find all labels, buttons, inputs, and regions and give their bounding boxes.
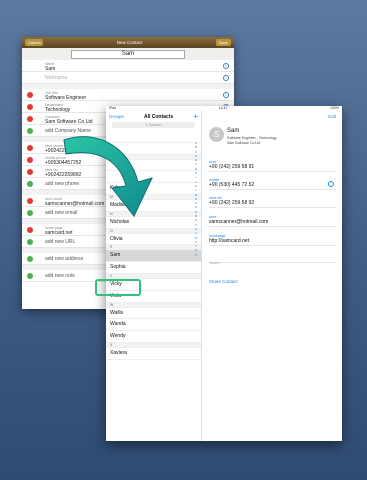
notes-placeholder[interactable]: Notes: [209, 260, 219, 265]
list-item[interactable]: Wanda: [106, 319, 201, 332]
new-contact-title: New Contact: [116, 40, 143, 45]
info-icon[interactable]: i: [223, 75, 229, 81]
share-contact-button[interactable]: Share Contact: [209, 279, 238, 284]
add-field-icon[interactable]: [27, 256, 33, 262]
section-index-letter[interactable]: #: [192, 253, 200, 257]
add-field-icon[interactable]: [27, 128, 33, 134]
detail-field-value[interactable]: samscanner@hotmail.com: [209, 219, 336, 225]
name-banner-text: Sam: [71, 49, 185, 59]
add-contact-button[interactable]: +: [193, 112, 198, 121]
list-item[interactable]: Sam: [106, 250, 201, 263]
list-item[interactable]: Sophia: [106, 262, 201, 274]
form-placeholder[interactable]: Nickname: [45, 72, 234, 83]
form-row[interactable]: Name Sam i: [22, 60, 234, 72]
detail-field[interactable]: mobile +90 (530) 445 72 52: [209, 178, 336, 190]
list-item[interactable]: Olivia: [106, 234, 201, 246]
save-button[interactable]: Save: [215, 39, 231, 46]
remove-field-icon[interactable]: [27, 116, 33, 122]
detail-field[interactable]: homepage http://samcard.net: [209, 234, 336, 246]
contact-company: Sam Software Co.Ltd: [227, 140, 261, 145]
section-index[interactable]: A B C D E F G H I J K L M N O P Q R S T U V W X Y Z #: [192, 141, 200, 257]
detail-field-value[interactable]: +90 (242) 259 58 92: [209, 200, 336, 206]
detail-field[interactable]: work samscanner@hotmail.com: [209, 215, 336, 227]
cancel-button[interactable]: Cancel: [25, 39, 44, 46]
info-icon[interactable]: i: [223, 63, 229, 69]
curved-arrow-icon: [63, 136, 153, 217]
add-field-icon[interactable]: [27, 239, 33, 245]
remove-field-icon[interactable]: [27, 92, 33, 98]
remove-field-icon[interactable]: [27, 104, 33, 110]
edit-button[interactable]: Edit: [328, 114, 336, 119]
remove-field-icon[interactable]: [27, 145, 33, 151]
name-banner: Sam: [22, 48, 234, 60]
message-icon[interactable]: [328, 181, 334, 187]
contact-detail-pane: Edit S Sam Software Engineer - Technolog…: [203, 111, 342, 441]
add-field-icon[interactable]: [27, 181, 33, 187]
contact-name: Sam: [227, 128, 240, 134]
list-item[interactable]: Wallis: [106, 308, 201, 320]
form-row[interactable]: Nickname i: [22, 72, 234, 84]
remove-field-icon[interactable]: [27, 198, 33, 204]
avatar: S: [209, 127, 224, 142]
detail-field[interactable]: work fax +90 (242) 259 58 92: [209, 196, 336, 208]
list-title: All Contacts: [143, 113, 174, 120]
remove-field-icon[interactable]: [27, 157, 33, 163]
detail-field-value[interactable]: +90 (242) 259 58 91: [209, 164, 336, 170]
detail-field[interactable]: Notes: [209, 251, 336, 265]
detail-field-value[interactable]: http://samcard.net: [209, 238, 336, 244]
add-field-icon[interactable]: [27, 273, 33, 279]
groups-button[interactable]: Groups: [109, 114, 124, 119]
info-icon[interactable]: i: [223, 92, 229, 98]
list-item[interactable]: Wendy: [106, 331, 201, 343]
selected-contact-highlight: [95, 279, 141, 296]
detail-field[interactable]: work +90 (242) 259 58 91: [209, 160, 336, 172]
detail-field-value[interactable]: +90 (530) 445 72 52: [209, 182, 336, 188]
list-item[interactable]: Xaviera: [106, 348, 201, 360]
contact-subtitle: Software Engineer - Technology Sam Softw…: [227, 136, 277, 145]
remove-field-icon[interactable]: [27, 169, 33, 175]
form-row[interactable]: Job Title Software Engineer i: [22, 89, 234, 101]
contact-job: Software Engineer - Technology: [227, 136, 277, 140]
add-field-icon[interactable]: [27, 210, 33, 216]
new-contact-navbar: Cancel New Contact Save: [22, 37, 234, 48]
remove-field-icon[interactable]: [27, 227, 33, 233]
